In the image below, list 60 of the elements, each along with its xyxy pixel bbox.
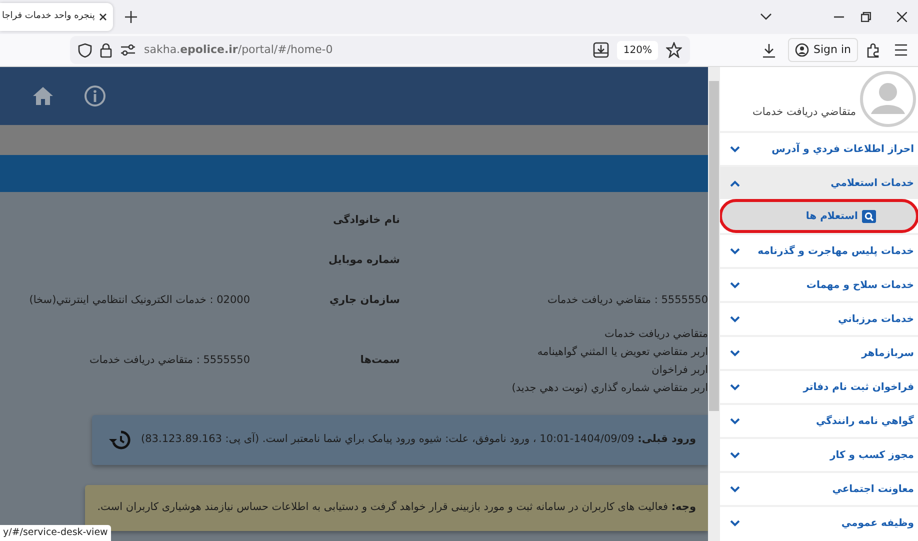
browser-tab[interactable]: پنجره واحد خدمات فراجا [0,3,113,31]
chevron-down-icon [730,384,740,390]
menu-item[interactable]: خدمات مرزباني [720,301,918,335]
new-tab-icon[interactable] [124,10,138,24]
status-url: y/#/service-desk-view [0,524,111,541]
home-icon[interactable] [32,86,54,106]
chevron-down-icon [730,316,740,322]
field-value: 02000 : خدمات الكترونيک انتظامي اينترنتي(سخا) [29,293,250,308]
account-icon [795,43,810,57]
user-name: متقاضي دريافت خدمات [752,105,856,120]
chevron-down-icon [730,418,740,424]
alert-text: وجه: فعالیت های کاربران در سامانه ثبت و مورد بازبینی قرار خواهد گرفت و دستیابی به اطلاعات حساس نیازمند هوشیاری کاربران است. [97,500,696,515]
field-label: سازمان جاري [329,293,400,308]
chevron-down-icon [730,282,740,288]
star-icon[interactable] [666,42,682,58]
menu-item[interactable]: معاونت اجتماعي [720,471,918,505]
chevron-down-icon [730,520,740,526]
menu-item[interactable]: سربازماهر [720,335,918,369]
shield-icon [78,42,92,58]
lock-icon [100,42,112,58]
download-tray-icon[interactable] [593,42,610,58]
menu-icon[interactable] [894,44,908,56]
field-value: 5555550 : متقاضي دريافت خدمات [547,293,708,308]
field-label: نام خانوادگی [333,213,400,228]
chevron-up-icon [730,180,740,186]
field-value: اربر متقاضي شماره گذاري (نوبت دهي جديد) [512,380,708,396]
field-label: سمت‌ها [360,353,400,368]
menu-item[interactable]: خدمات سلاح و مهمات [720,267,918,301]
field-value: اربر فراخوان [650,363,708,378]
history-icon [109,430,132,450]
close-icon[interactable] [98,12,108,22]
chevron-down-icon [730,248,740,254]
scrollbar[interactable] [708,67,720,541]
search-icon [862,210,876,222]
menu-item[interactable]: خدمات پليس مهاجرت و گذرنامه [720,233,918,267]
zoom-level[interactable]: 120% [617,40,658,60]
close-icon[interactable] [897,12,907,22]
chevron-down-icon[interactable] [760,13,772,21]
menu-item[interactable]: گواهي نامه رانندگي [720,403,918,437]
sign-in-button[interactable]: Sign in [788,38,858,62]
alert-text: ورود قبلی: 1404/09/09-10:01 ، ورود ناموفق، علت: شيوه ورود پيامک براي شما نامعتبر است. (آی پی: 83.123.89.163) [141,432,696,448]
field-value: متقاضي دريافت خدمات [603,327,708,342]
info-icon[interactable] [84,85,106,107]
submenu-item[interactable]: استعلام ها [722,202,916,230]
chevron-down-icon [730,146,740,152]
chevron-down-icon [730,350,740,356]
menu-item[interactable]: فراخوان ثبت نام دفاتر [720,369,918,403]
menu-item[interactable]: وظيفه عمومي [720,505,918,539]
download-icon[interactable] [762,42,776,58]
field-value: 5555550 : متقاضي دريافت خدمات [89,353,250,368]
url-text[interactable]: sakha.epolice.ir/portal/#/home-0 [144,42,586,58]
field-label: شماره موبایل [328,253,400,268]
field-value: اربر متقاضي تعويض يا المثني گواهينامه [536,344,708,360]
menu-item[interactable]: خدمات استعلامي [720,165,918,199]
puzzle-icon[interactable] [866,42,880,58]
menu-item[interactable]: مجوز کسب و کار [720,437,918,471]
chevron-down-icon [730,486,740,492]
restore-icon[interactable] [861,12,871,22]
chevron-down-icon [730,452,740,458]
sliders-icon[interactable] [120,44,136,56]
